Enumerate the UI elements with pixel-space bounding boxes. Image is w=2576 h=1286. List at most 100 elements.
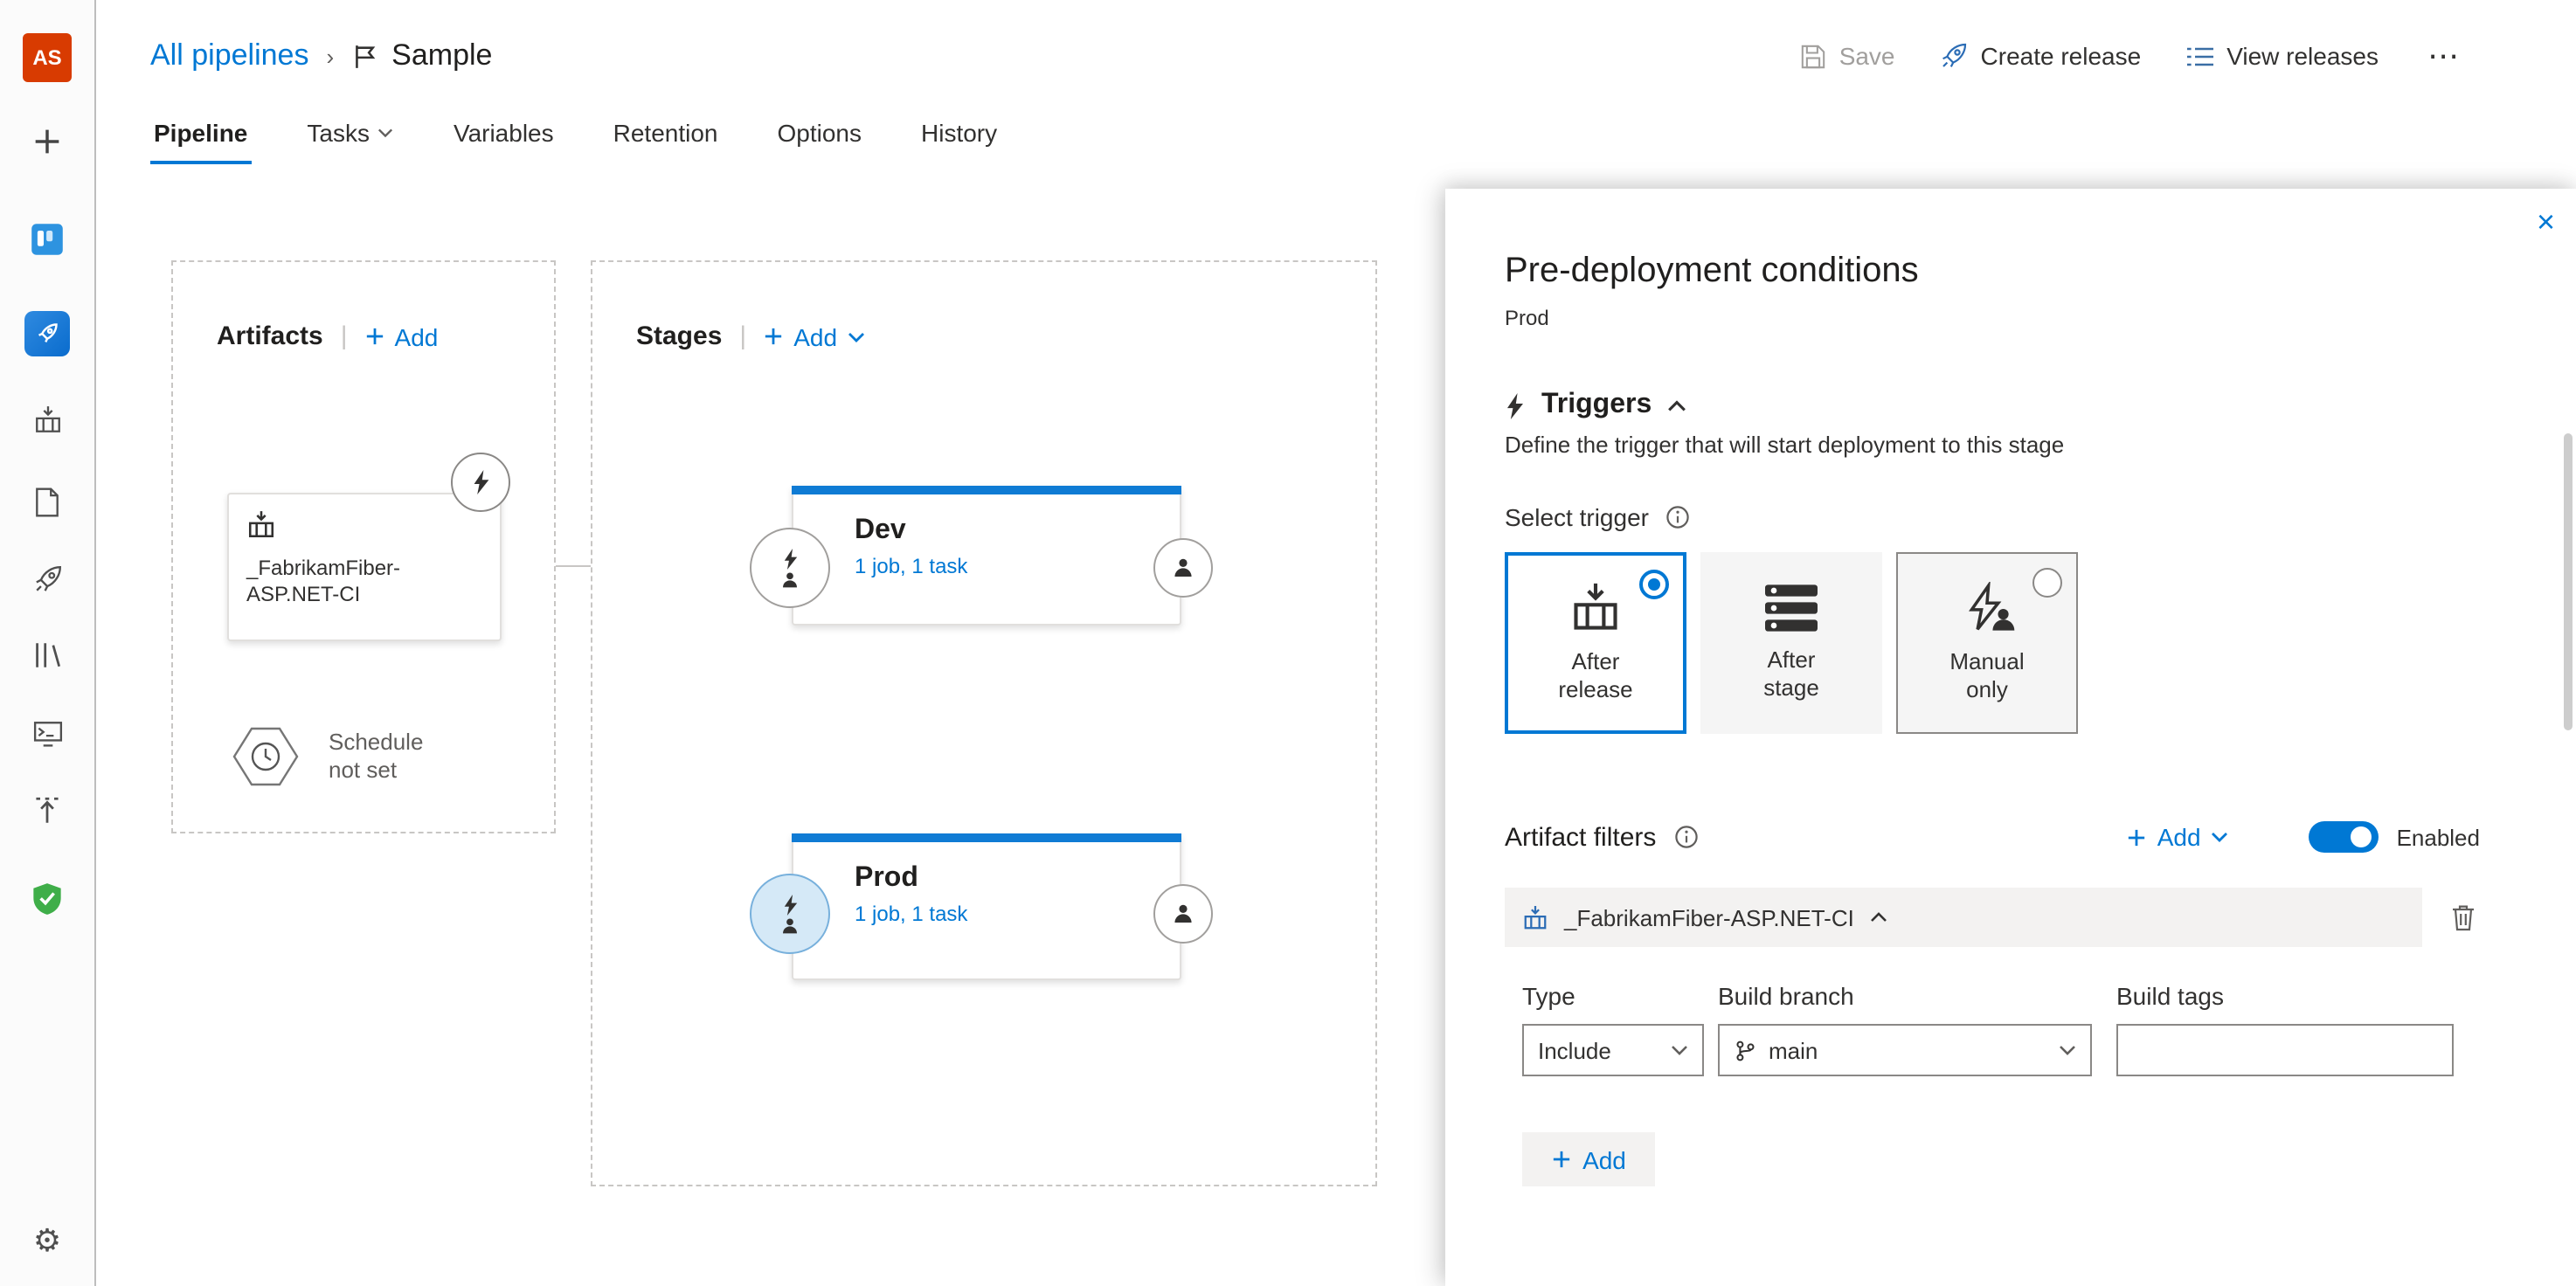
artifact-card[interactable]: _FabrikamFiber- ASP.NET-CI	[227, 493, 502, 641]
gear-icon: ⚙	[32, 1222, 62, 1257]
schedule-button[interactable]: Schedule not set	[231, 725, 423, 788]
trigger-option-label: After stage	[1763, 646, 1819, 701]
create-release-rocket-icon	[1941, 42, 1969, 70]
person-icon	[781, 916, 799, 934]
chevron-down-icon	[378, 128, 394, 138]
dev-pre-deployment-conditions-button[interactable]	[750, 528, 830, 608]
tab-retention[interactable]: Retention	[610, 112, 722, 161]
lightning-icon	[471, 470, 490, 494]
continuous-deployment-trigger-badge[interactable]	[451, 453, 510, 512]
tab-history[interactable]: History	[918, 112, 1001, 161]
package-icon	[32, 404, 62, 434]
artifact-filters-heading: Artifact filters	[1505, 822, 1657, 852]
tab-tasks[interactable]: Tasks	[303, 112, 398, 161]
radio-selected-icon	[1639, 570, 1669, 599]
stage-tasks-link[interactable]: 1 job, 1 task	[855, 902, 1180, 926]
tab-options[interactable]: Options	[774, 112, 866, 161]
prod-post-deployment-conditions-button[interactable]	[1153, 884, 1213, 944]
app-root: AS ⚙ All pipelines › Sample Save Create …	[0, 0, 2576, 1286]
monitor-icon	[32, 720, 62, 748]
top-bar: All pipelines › Sample Save Create relea…	[94, 0, 2576, 112]
chevron-down-icon	[1671, 1045, 1688, 1055]
page-title: Sample	[391, 38, 493, 72]
sidebar-item-security[interactable]	[23, 874, 72, 923]
sidebar-item-environments[interactable]	[23, 477, 72, 526]
add-artifact-filter-button[interactable]: Add	[2128, 823, 2229, 851]
tab-options-label: Options	[777, 119, 862, 147]
radio-unselected-icon	[2032, 568, 2062, 598]
add-artifact-button[interactable]: Add	[365, 322, 439, 350]
build-tags-input[interactable]	[2116, 1024, 2454, 1076]
lightning-icon	[782, 894, 798, 915]
topbar-actions: Save Create release View releases ⋯	[1801, 38, 2464, 74]
schedule-label: Schedule not set	[329, 729, 424, 783]
plus-icon	[764, 327, 783, 346]
divider: |	[340, 322, 348, 351]
dev-post-deployment-conditions-button[interactable]	[1153, 538, 1213, 598]
artifact-name: _FabrikamFiber- ASP.NET-CI	[246, 556, 401, 606]
lightning-icon	[782, 548, 798, 569]
divider: |	[739, 322, 747, 351]
tab-bar: Pipeline Tasks Variables Retention Optio…	[94, 112, 2576, 182]
filter-controls-row: Include main	[1505, 1024, 2480, 1076]
filter-column-headers: Type Build branch Build tags	[1505, 982, 2480, 1010]
more-actions-button[interactable]: ⋯	[2424, 38, 2464, 74]
add-project-button[interactable]	[23, 117, 72, 166]
sidebar-item-deployment-groups[interactable]	[23, 786, 72, 835]
plus-icon	[1551, 1150, 1570, 1169]
org-avatar[interactable]: AS	[23, 33, 72, 82]
view-releases-label: View releases	[2226, 42, 2379, 70]
stages-title: Stages	[636, 322, 723, 351]
tab-tasks-label: Tasks	[307, 119, 370, 147]
save-button[interactable]: Save	[1801, 42, 1895, 70]
sidebar-item-library[interactable]	[23, 631, 72, 680]
sidebar-item-releases[interactable]	[23, 554, 72, 603]
document-icon	[33, 487, 61, 516]
panel-scrollbar[interactable]	[2564, 433, 2573, 730]
trigger-option-after-stage[interactable]: After stage	[1700, 552, 1882, 734]
chevron-down-icon	[2212, 832, 2229, 842]
sidebar-item-boards[interactable]	[23, 215, 72, 264]
artifact-filter-name: _FabrikamFiber-ASP.NET-CI	[1564, 904, 1854, 930]
artifact-package-icon	[1522, 904, 1548, 930]
library-icon	[33, 641, 61, 669]
create-release-button[interactable]: Create release	[1941, 42, 2141, 70]
view-releases-button[interactable]: View releases	[2186, 42, 2379, 70]
close-panel-button[interactable]: ×	[2537, 206, 2555, 238]
build-branch-dropdown[interactable]: main	[1718, 1024, 2092, 1076]
filters-enabled-toggle[interactable]	[2309, 821, 2379, 853]
tab-pipeline[interactable]: Pipeline	[150, 112, 252, 164]
breadcrumb-all-pipelines[interactable]: All pipelines	[150, 38, 308, 73]
plus-icon	[365, 327, 384, 346]
add-row-label: Add	[1582, 1145, 1626, 1173]
stage-tasks-link[interactable]: 1 job, 1 task	[855, 554, 1180, 578]
after-stage-icon	[1765, 584, 1818, 633]
select-trigger-row: Select trigger	[1505, 503, 2480, 531]
info-icon[interactable]	[1666, 505, 1691, 529]
trigger-options: After release After stage Manual only	[1505, 552, 2480, 734]
type-dropdown[interactable]: Include	[1522, 1024, 1704, 1076]
sidebar-item-artifacts[interactable]	[23, 395, 72, 444]
add-filter-row-button[interactable]: Add	[1522, 1132, 1655, 1186]
triggers-section-header[interactable]: Triggers	[1505, 390, 2480, 421]
add-stage-button[interactable]: Add	[764, 322, 865, 350]
sidebar-item-test-plans[interactable]	[23, 709, 72, 758]
stage-name: Dev	[855, 515, 906, 545]
breadcrumb-separator-icon: ›	[326, 43, 335, 69]
stage-card-dev[interactable]: Dev 1 job, 1 task	[792, 486, 1181, 626]
sidebar-item-pipelines[interactable]	[23, 309, 72, 358]
trigger-option-manual-only[interactable]: Manual only	[1896, 552, 2078, 734]
artifact-filter-expander[interactable]: _FabrikamFiber-ASP.NET-CI	[1505, 888, 2422, 947]
delete-filter-button[interactable]	[2447, 900, 2480, 935]
stage-card-prod[interactable]: Prod 1 job, 1 task	[792, 833, 1181, 980]
settings-button[interactable]: ⚙	[23, 1216, 72, 1265]
tab-variables[interactable]: Variables	[450, 112, 557, 161]
rocket-icon	[32, 563, 62, 593]
artifact-filters-header-row: Artifact filters Add Enabled	[1505, 821, 2480, 853]
info-icon[interactable]	[1673, 825, 1698, 849]
add-artifact-label: Add	[394, 322, 439, 350]
trigger-option-after-release[interactable]: After release	[1505, 552, 1686, 734]
artifacts-title: Artifacts	[217, 322, 323, 351]
stages-section: Stages | Add	[591, 260, 1377, 1186]
prod-pre-deployment-conditions-button[interactable]	[750, 874, 830, 954]
